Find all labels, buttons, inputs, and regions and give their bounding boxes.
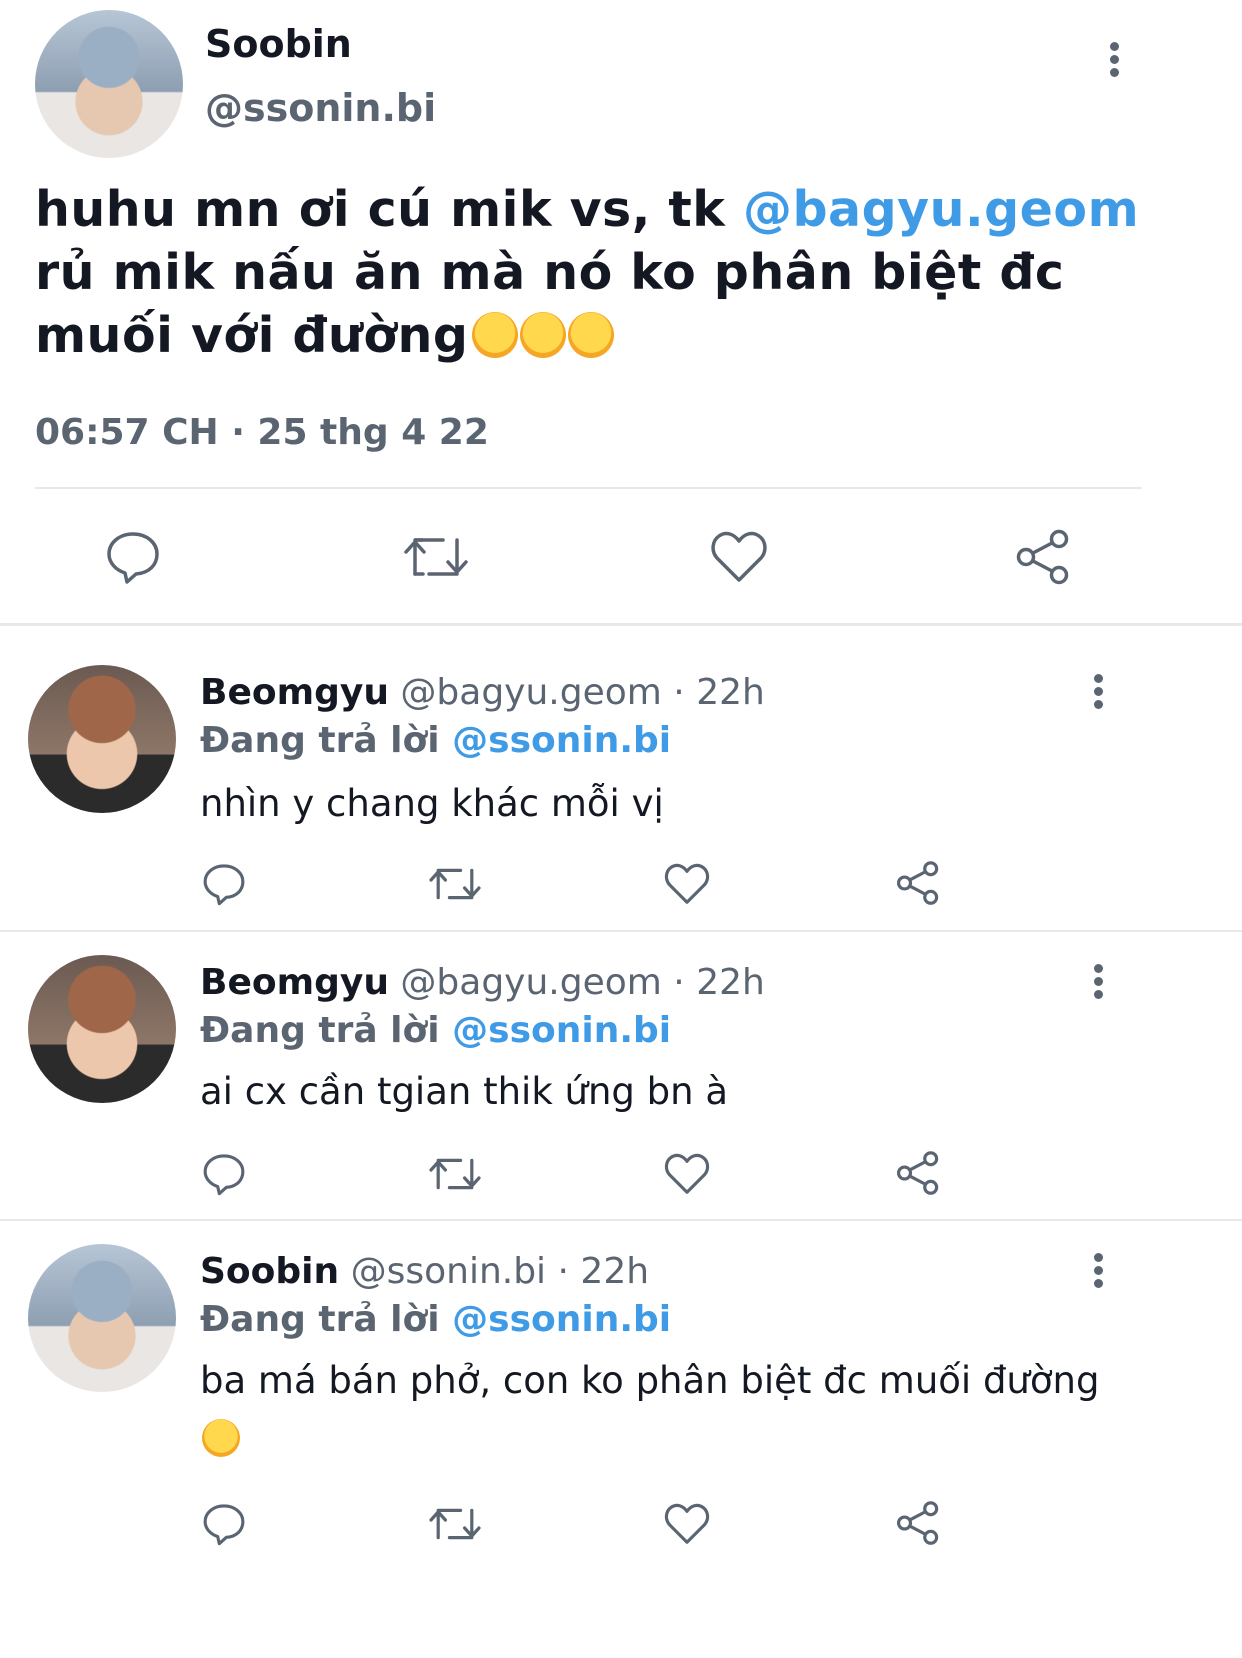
replying-mention[interactable]: @ssonin.bi: [452, 720, 671, 761]
replying-mention[interactable]: @ssonin.bi: [452, 1299, 671, 1340]
reply-author-handle[interactable]: @bagyu.geom: [400, 672, 661, 713]
reply-header: Beomgyu @bagyu.geom · 22h: [200, 962, 765, 1003]
reply-text-content: ba má bán phở, con ko phân biệt đc muối …: [200, 1359, 1100, 1402]
replying-label: Đang trả lời: [200, 720, 440, 761]
reply-author-handle[interactable]: @bagyu.geom: [400, 962, 661, 1003]
author-handle[interactable]: @ssonin.bi: [205, 86, 436, 130]
reply-author-name[interactable]: Beomgyu: [200, 962, 389, 1003]
replying-to: Đang trả lời @ssonin.bi: [200, 1010, 671, 1051]
reply-header: Beomgyu @bagyu.geom · 22h: [200, 672, 765, 713]
reply-icon[interactable]: [202, 1502, 246, 1546]
share-icon[interactable]: [895, 1500, 941, 1546]
replying-label: Đang trả lời: [200, 1010, 440, 1051]
reply-text: ai cx cần tgian thik ứng bn à: [200, 1070, 729, 1113]
reply-author-name[interactable]: Soobin: [200, 1251, 339, 1292]
more-options-icon[interactable]: [1108, 42, 1120, 82]
replying-to: Đang trả lời @ssonin.bi: [200, 1299, 671, 1340]
author-avatar[interactable]: [35, 10, 183, 158]
retweet-icon[interactable]: [428, 1154, 482, 1194]
section-divider: [0, 623, 1242, 626]
tweet-text: huhu mn ơi cú mik vs, tk @bagyu.geom rủ …: [35, 178, 1145, 384]
replying-mention[interactable]: @ssonin.bi: [452, 1010, 671, 1051]
reply-avatar[interactable]: [28, 955, 176, 1103]
tweet-text-before: huhu mn ơi cú mik vs, tk: [35, 181, 743, 238]
retweet-icon[interactable]: [428, 864, 482, 904]
reply-avatar[interactable]: [28, 1244, 176, 1392]
replying-label: Đang trả lời: [200, 1299, 440, 1340]
reply-avatar[interactable]: [28, 665, 176, 813]
crying-emoji-icon: [520, 312, 567, 358]
retweet-icon[interactable]: [428, 1504, 482, 1544]
heart-icon[interactable]: [664, 1152, 710, 1196]
heart-icon[interactable]: [710, 530, 768, 584]
reply-header: Soobin @ssonin.bi · 22h: [200, 1251, 650, 1292]
reply-divider: [0, 930, 1242, 932]
more-options-icon[interactable]: [1092, 964, 1104, 1004]
reply-divider: [0, 1219, 1242, 1221]
more-options-icon[interactable]: [1092, 674, 1104, 714]
tweet-timestamp[interactable]: 06:57 CH · 25 thg 4 22: [35, 412, 489, 453]
reply-author-handle[interactable]: @ssonin.bi: [351, 1251, 546, 1292]
mention-link[interactable]: @bagyu.geom: [743, 181, 1139, 238]
retweet-icon[interactable]: [403, 532, 469, 582]
replying-to: Đang trả lời @ssonin.bi: [200, 720, 671, 761]
share-icon[interactable]: [895, 860, 941, 906]
rofl-emoji-icon: [202, 1419, 240, 1457]
crying-emoji-icon: [472, 312, 519, 358]
reply-icon[interactable]: [202, 1152, 246, 1196]
reply-time[interactable]: 22h: [696, 672, 765, 713]
heart-icon[interactable]: [664, 862, 710, 906]
reply-time[interactable]: 22h: [580, 1251, 649, 1292]
more-options-icon[interactable]: [1092, 1253, 1104, 1293]
reply-time[interactable]: 22h: [696, 962, 765, 1003]
reply-icon[interactable]: [202, 862, 246, 906]
heart-icon[interactable]: [664, 1502, 710, 1546]
share-icon[interactable]: [895, 1150, 941, 1196]
crying-emoji-icon: [568, 312, 615, 358]
author-name[interactable]: Soobin: [205, 22, 352, 66]
timestamp-divider: [35, 487, 1142, 489]
reply-text: ba má bán phở, con ko phân biệt đc muối …: [200, 1352, 1160, 1480]
reply-text: nhìn y chang khác mỗi vị: [200, 782, 664, 825]
reply-author-name[interactable]: Beomgyu: [200, 672, 389, 713]
share-icon[interactable]: [1014, 528, 1072, 586]
reply-icon[interactable]: [105, 530, 161, 584]
